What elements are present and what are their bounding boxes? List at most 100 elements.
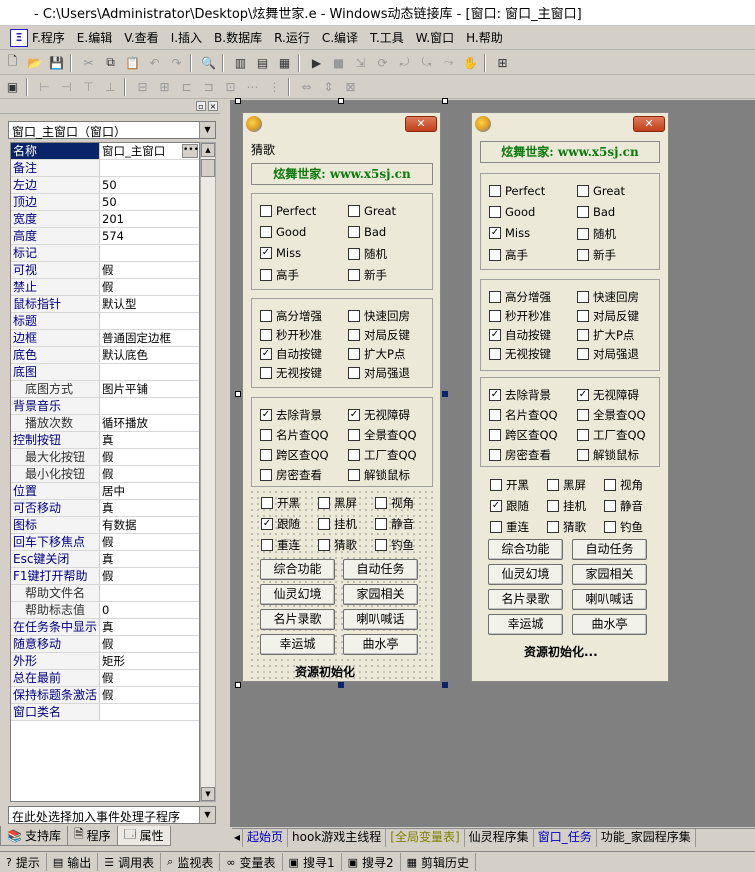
option-checkbox[interactable]: 快速回房: [577, 289, 639, 305]
selection-handle[interactable]: [442, 391, 448, 397]
property-value[interactable]: 真: [100, 500, 199, 516]
unchecked-box-icon[interactable]: [348, 248, 360, 260]
function-button[interactable]: 综合功能: [488, 539, 563, 560]
tab-hook-thread[interactable]: hook游戏主线程: [288, 828, 387, 847]
function-button[interactable]: 仙灵幻境: [488, 564, 563, 585]
unchecked-box-icon[interactable]: [260, 449, 272, 461]
function-button[interactable]: 自动任务: [343, 559, 418, 580]
close-icon[interactable]: ×: [208, 101, 218, 111]
property-row[interactable]: 图标 有数据: [11, 517, 199, 534]
document-menu-icon[interactable]: Ξ: [10, 28, 28, 47]
property-value[interactable]: [100, 245, 199, 261]
menu-tools[interactable]: T.工具: [370, 29, 404, 46]
checked-box-icon[interactable]: ✓: [348, 409, 360, 421]
layout-3-icon[interactable]: ▦: [275, 53, 294, 72]
option-checkbox[interactable]: Perfect: [489, 184, 545, 198]
property-value[interactable]: 假: [100, 687, 199, 703]
function-button[interactable]: 曲水亭: [343, 634, 418, 655]
tab-clip-history[interactable]: ▦ 剪辑历史: [401, 853, 477, 871]
option-checkbox[interactable]: 高手: [260, 267, 299, 283]
arrange-v-icon[interactable]: ⇕: [319, 77, 338, 96]
option-checkbox[interactable]: 重连: [261, 537, 300, 553]
option-checkbox[interactable]: Great: [348, 204, 396, 218]
unchecked-box-icon[interactable]: [577, 185, 589, 197]
menu-view[interactable]: V.查看: [124, 29, 158, 46]
property-row[interactable]: Esc键关闭真: [11, 551, 199, 568]
unchecked-box-icon[interactable]: [577, 329, 589, 341]
object-selector[interactable]: 窗口_主窗口（窗口） ▼: [8, 121, 216, 139]
property-value[interactable]: 真: [100, 432, 199, 448]
tab-properties[interactable]: 🗔 属性: [116, 826, 171, 846]
option-checkbox[interactable]: ✓ 无视障碍: [577, 387, 639, 403]
find-icon[interactable]: 🔍: [199, 53, 218, 72]
option-checkbox[interactable]: 解锁鼠标: [577, 447, 639, 463]
option-checkbox[interactable]: 无视按键: [489, 346, 551, 362]
space-h-icon[interactable]: ⋯: [243, 77, 262, 96]
unchecked-box-icon[interactable]: [260, 469, 272, 481]
new-file-icon[interactable]: 🗋: [3, 53, 22, 72]
option-checkbox[interactable]: 高分增强: [260, 308, 322, 324]
menu-insert[interactable]: I.插入: [171, 29, 202, 46]
unchecked-box-icon[interactable]: [489, 348, 501, 360]
option-checkbox[interactable]: 开黑: [261, 495, 300, 511]
unchecked-box-icon[interactable]: [489, 449, 501, 461]
option-checkbox[interactable]: 开黑: [490, 477, 529, 493]
property-row[interactable]: 宽度 201: [11, 211, 199, 228]
property-row[interactable]: 底色 默认底色: [11, 347, 199, 364]
option-checkbox[interactable]: 扩大P点: [348, 346, 405, 362]
option-checkbox[interactable]: ✓ 去除背景: [489, 387, 551, 403]
undo-icon[interactable]: ↶: [145, 53, 164, 72]
unchecked-box-icon[interactable]: [348, 226, 360, 238]
scroll-thumb[interactable]: [201, 159, 215, 177]
chevron-down-icon[interactable]: ▼: [199, 122, 215, 138]
unchecked-box-icon[interactable]: [604, 500, 616, 512]
option-checkbox[interactable]: 秒开秒准: [489, 308, 551, 324]
unchecked-box-icon[interactable]: [490, 479, 502, 491]
same-size-icon[interactable]: ⊡: [221, 77, 240, 96]
property-value[interactable]: 真: [100, 551, 199, 567]
option-checkbox[interactable]: 新手: [348, 267, 387, 283]
option-checkbox[interactable]: 猜歌: [547, 519, 586, 535]
save-icon[interactable]: 💾: [47, 53, 66, 72]
option-checkbox[interactable]: Great: [577, 184, 625, 198]
property-row[interactable]: 位置 居中: [11, 483, 199, 500]
option-checkbox[interactable]: 黑屏: [318, 495, 357, 511]
unchecked-box-icon[interactable]: [260, 367, 272, 379]
option-checkbox[interactable]: ✓ Miss: [260, 246, 301, 260]
checked-box-icon[interactable]: ✓: [260, 409, 272, 421]
option-checkbox[interactable]: 挂机: [318, 516, 357, 532]
align-right-icon[interactable]: ⊣: [57, 77, 76, 96]
unchecked-box-icon[interactable]: [489, 185, 501, 197]
cut-icon[interactable]: ✂: [79, 53, 98, 72]
property-row[interactable]: 禁止假: [11, 279, 199, 296]
function-button[interactable]: 喇叭喊话: [572, 589, 647, 610]
step-out-icon[interactable]: ⤿: [417, 53, 436, 72]
checked-box-icon[interactable]: ✓: [260, 348, 272, 360]
step-into-icon[interactable]: ⟳: [373, 53, 392, 72]
property-value[interactable]: 默认型: [100, 296, 199, 312]
option-checkbox[interactable]: 对局反键: [577, 308, 639, 324]
option-checkbox[interactable]: 重连: [490, 519, 529, 535]
unchecked-box-icon[interactable]: [547, 479, 559, 491]
copy-icon[interactable]: ⧉: [101, 53, 120, 72]
selection-handle[interactable]: [235, 391, 241, 397]
close-icon[interactable]: ✕: [633, 116, 665, 132]
option-checkbox[interactable]: 高分增强: [489, 289, 551, 305]
option-checkbox[interactable]: 钓鱼: [604, 519, 643, 535]
option-checkbox[interactable]: Good: [489, 205, 535, 219]
tab-start-page[interactable]: 起始页: [243, 828, 289, 847]
property-row[interactable]: 标记: [11, 245, 199, 262]
checked-box-icon[interactable]: ✓: [489, 227, 501, 239]
property-scrollbar[interactable]: ▲ ▼: [200, 142, 216, 802]
unchecked-box-icon[interactable]: [577, 206, 589, 218]
property-row[interactable]: 底图方式 图片平铺: [11, 381, 199, 398]
property-row[interactable]: 回车下移焦点假: [11, 534, 199, 551]
menu-run[interactable]: R.运行: [274, 29, 310, 46]
arrange-h-icon[interactable]: ⇔: [297, 77, 316, 96]
option-checkbox[interactable]: 房密查看: [489, 447, 551, 463]
unchecked-box-icon[interactable]: [577, 310, 589, 322]
tab-tips[interactable]: ? 提示: [0, 853, 47, 871]
run-to-cursor-icon[interactable]: ⤳: [439, 53, 458, 72]
unchecked-box-icon[interactable]: [604, 479, 616, 491]
tab-variables[interactable]: ∞ 变量表: [220, 853, 283, 871]
